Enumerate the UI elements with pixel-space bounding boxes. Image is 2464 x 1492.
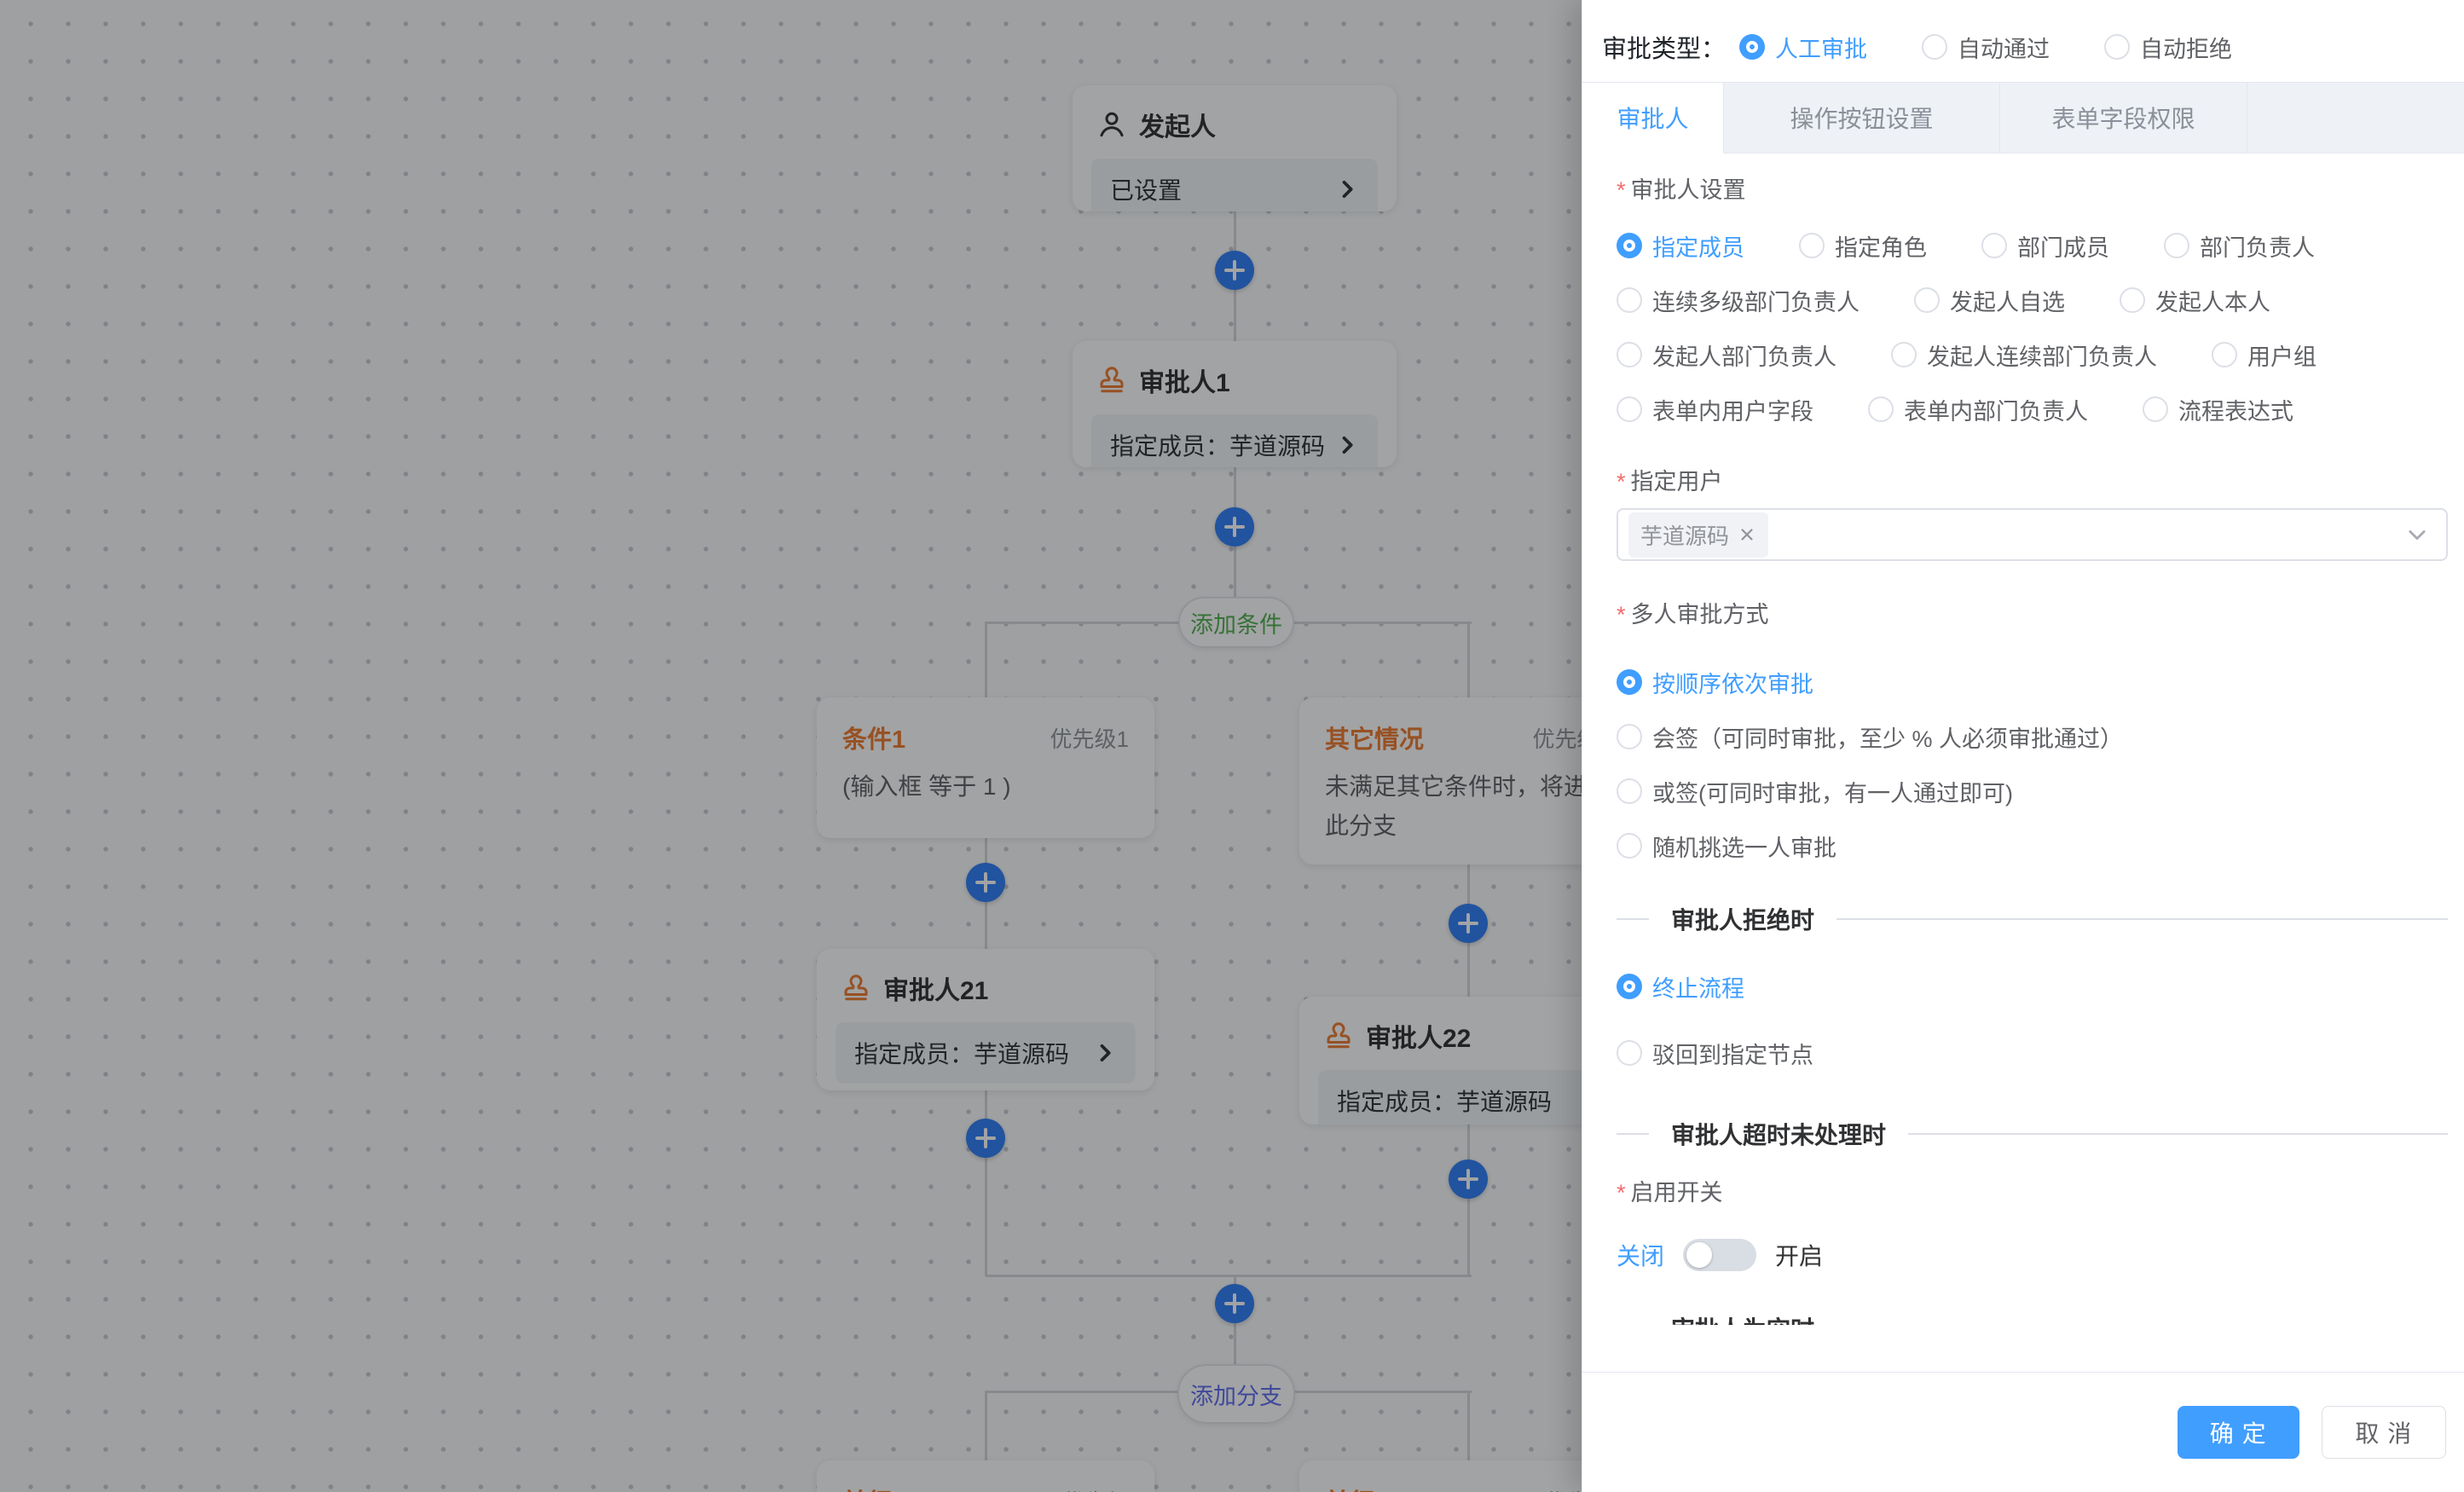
radio-random-one[interactable]: 随机挑选一人审批 bbox=[1617, 830, 1836, 863]
enable-toggle[interactable] bbox=[1683, 1239, 1756, 1271]
radio-icon bbox=[2104, 34, 2130, 60]
radio-initiator-multi-dept-leader[interactable]: 发起人连续部门负责人 bbox=[1891, 338, 2157, 372]
toggle-knob bbox=[1686, 1242, 1712, 1268]
radio-form-user-field[interactable]: 表单内用户字段 bbox=[1617, 393, 1813, 426]
reject-option: 终止流程 bbox=[1617, 953, 2448, 1020]
radio-icon bbox=[1617, 342, 1642, 367]
empty-section-divider-clipped: 审批人为空时 bbox=[1617, 1311, 2448, 1325]
switch-on-label[interactable]: 开启 bbox=[1775, 1238, 1823, 1272]
radio-icon bbox=[1617, 1040, 1642, 1066]
radio-icon bbox=[1617, 669, 1642, 695]
switch-off-label[interactable]: 关闭 bbox=[1617, 1238, 1664, 1272]
divider-line bbox=[1617, 918, 1649, 920]
radio-return-to-node[interactable]: 驳回到指定节点 bbox=[1617, 1037, 1813, 1070]
approver-setting-row4: 表单内用户字段 表单内部门负责人 流程表达式 bbox=[1617, 382, 2448, 437]
chevron-down-icon[interactable] bbox=[2405, 523, 2429, 546]
cancel-button[interactable]: 取消 bbox=[2322, 1406, 2446, 1459]
reject-section-divider: 审批人拒绝时 bbox=[1617, 902, 2448, 936]
assign-user-select[interactable]: 芋道源码 bbox=[1617, 508, 2448, 561]
radio-initiator-self[interactable]: 发起人本人 bbox=[2120, 284, 2270, 317]
approval-type-row: 审批类型： 人工审批 自动通过 自动拒绝 bbox=[1582, 0, 2464, 75]
radio-icon bbox=[1868, 396, 1894, 422]
radio-multi-level-dept-leader[interactable]: 连续多级部门负责人 bbox=[1617, 284, 1860, 317]
tab-strip-filler bbox=[2247, 83, 2464, 153]
radio-icon bbox=[1617, 233, 1642, 258]
radio-icon bbox=[1739, 34, 1765, 60]
radio-approval-type-manual[interactable]: 人工审批 bbox=[1739, 31, 1867, 64]
radio-icon bbox=[1922, 34, 1947, 60]
radio-sequential-approve[interactable]: 按顺序依次审批 bbox=[1617, 666, 1813, 699]
multi-approve-option: 会签（可同时审批，至少 % 人必须审批通过） bbox=[1617, 709, 2448, 764]
close-icon[interactable] bbox=[1738, 525, 1756, 544]
tab-form-field-permission[interactable]: 表单字段权限 bbox=[2000, 83, 2247, 153]
radio-flow-expression[interactable]: 流程表达式 bbox=[2143, 393, 2293, 426]
radio-icon bbox=[1799, 233, 1825, 258]
tab-approver[interactable]: 审批人 bbox=[1582, 83, 1724, 153]
workflow-designer: 发起人 已设置 审批人1 指定成员：芋道源码 添加条件 bbox=[0, 0, 2464, 1492]
approver-setting-row2: 连续多级部门负责人 发起人自选 发起人本人 bbox=[1617, 273, 2448, 327]
radio-assigned-role[interactable]: 指定角色 bbox=[1799, 229, 1927, 263]
config-panel: 审批类型： 人工审批 自动通过 自动拒绝 审批人 操作按钮设置 表单字段权限 bbox=[1582, 0, 2464, 1492]
radio-icon bbox=[1617, 287, 1642, 313]
radio-approval-type-auto-approve[interactable]: 自动通过 bbox=[1922, 31, 2050, 64]
canvas-dim-overlay bbox=[0, 0, 1582, 1492]
user-tag: 芋道源码 bbox=[1628, 512, 1768, 558]
multi-approve-option: 或签(可同时审批，有一人通过即可) bbox=[1617, 764, 2448, 818]
divider-line bbox=[1617, 1133, 1649, 1135]
multi-approve-option: 随机挑选一人审批 bbox=[1617, 818, 2448, 873]
radio-icon bbox=[1617, 396, 1642, 422]
radio-icon bbox=[1914, 287, 1940, 313]
panel-footer: 确定 取消 bbox=[1582, 1372, 2464, 1492]
panel-content[interactable]: * 审批人设置 指定成员 指定角色 部门成员 部门负责人 连续多级部门负责人 发… bbox=[1617, 152, 2448, 1325]
radio-dept-leader[interactable]: 部门负责人 bbox=[2164, 229, 2315, 263]
approval-type-label: 审批类型： bbox=[1602, 29, 1726, 65]
radio-icon bbox=[1617, 833, 1642, 859]
required-mark: * bbox=[1617, 467, 1626, 496]
radio-assigned-member[interactable]: 指定成员 bbox=[1617, 229, 1744, 263]
required-mark: * bbox=[1617, 176, 1626, 205]
multi-approve-label: * 多人审批方式 bbox=[1617, 600, 2448, 629]
tab-button-settings[interactable]: 操作按钮设置 bbox=[1724, 83, 2000, 153]
timeout-section-divider: 审批人超时未处理时 bbox=[1617, 1117, 2448, 1151]
radio-icon bbox=[2143, 396, 2168, 422]
radio-icon bbox=[1891, 342, 1917, 367]
radio-or-sign[interactable]: 或签(可同时审批，有一人通过即可) bbox=[1617, 775, 2013, 808]
assign-user-label: * 指定用户 bbox=[1617, 467, 2448, 496]
radio-terminate-flow[interactable]: 终止流程 bbox=[1617, 970, 1744, 1003]
radio-icon bbox=[1981, 233, 2007, 258]
required-mark: * bbox=[1617, 600, 1626, 629]
radio-icon bbox=[2120, 287, 2145, 313]
multi-approve-option: 按顺序依次审批 bbox=[1617, 655, 2448, 709]
radio-icon bbox=[2212, 342, 2237, 367]
enable-switch-row: 关闭 开启 bbox=[1617, 1236, 2448, 1274]
radio-user-group[interactable]: 用户组 bbox=[2212, 338, 2317, 372]
approver-setting-row3: 发起人部门负责人 发起人连续部门负责人 用户组 bbox=[1617, 327, 2448, 382]
enable-switch-label: * 启用开关 bbox=[1617, 1178, 2448, 1207]
approver-setting-label: * 审批人设置 bbox=[1617, 176, 2448, 205]
required-mark: * bbox=[1617, 1178, 1626, 1207]
radio-initiator-select[interactable]: 发起人自选 bbox=[1914, 284, 2065, 317]
confirm-button[interactable]: 确定 bbox=[2178, 1406, 2300, 1459]
panel-tabs: 审批人 操作按钮设置 表单字段权限 bbox=[1582, 82, 2464, 153]
divider-line bbox=[1908, 1133, 2448, 1135]
radio-icon bbox=[2164, 233, 2189, 258]
radio-form-dept-leader[interactable]: 表单内部门负责人 bbox=[1868, 393, 2088, 426]
radio-dept-member[interactable]: 部门成员 bbox=[1981, 229, 2109, 263]
radio-approval-type-auto-reject[interactable]: 自动拒绝 bbox=[2104, 31, 2232, 64]
divider-line bbox=[1836, 918, 2448, 920]
radio-icon bbox=[1617, 778, 1642, 804]
radio-icon bbox=[1617, 724, 1642, 749]
radio-icon bbox=[1617, 974, 1642, 999]
approver-setting-row1: 指定成员 指定角色 部门成员 部门负责人 bbox=[1617, 218, 2448, 273]
flow-canvas[interactable]: 发起人 已设置 审批人1 指定成员：芋道源码 添加条件 bbox=[0, 0, 1582, 1492]
radio-initiator-dept-leader[interactable]: 发起人部门负责人 bbox=[1617, 338, 1836, 372]
reject-option: 驳回到指定节点 bbox=[1617, 1020, 2448, 1086]
radio-countersign[interactable]: 会签（可同时审批，至少 % 人必须审批通过） bbox=[1617, 720, 2123, 754]
